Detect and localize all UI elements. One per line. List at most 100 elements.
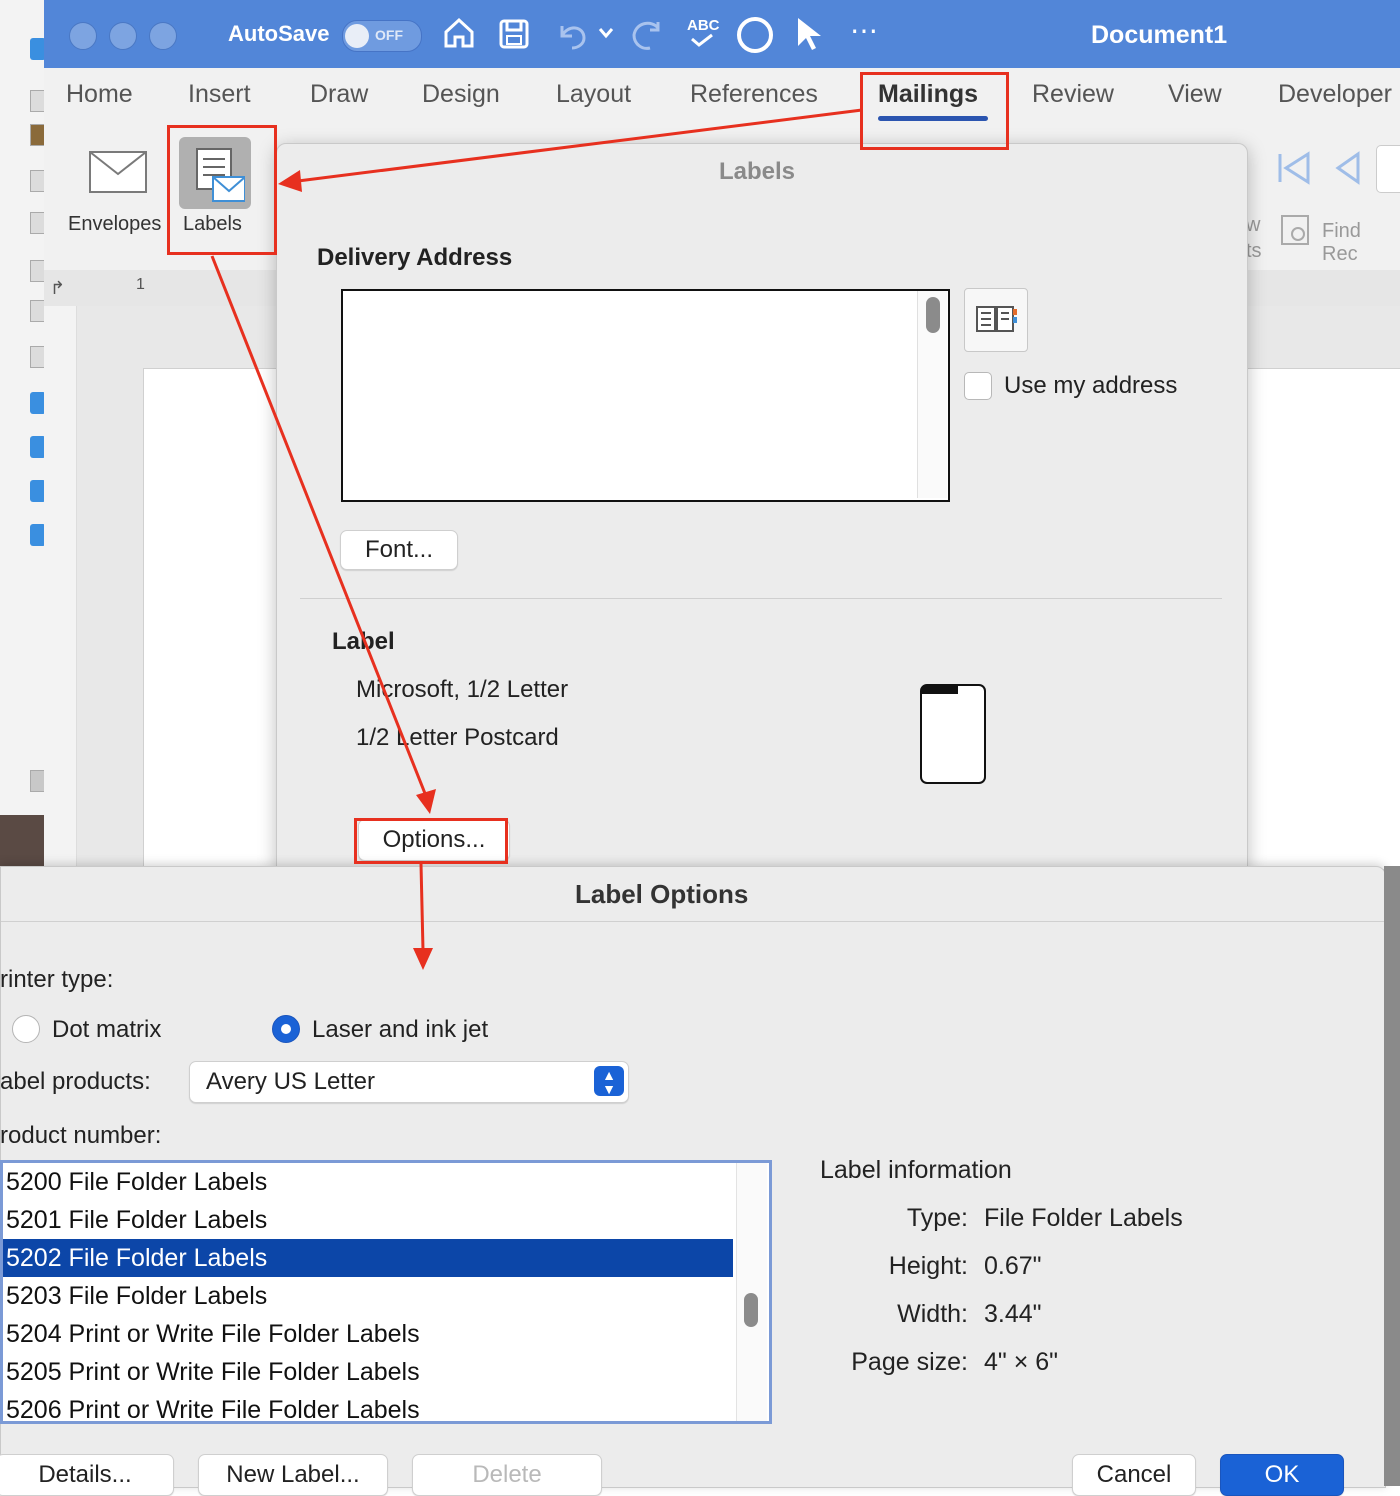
autosave-toggle[interactable]: OFF [342,20,422,52]
label-product: 1/2 Letter Postcard [356,724,559,751]
tab-developer[interactable]: Developer [1278,80,1392,109]
mailings-highlight-box [860,72,1009,150]
find-recipient-icon [1281,215,1309,245]
undo-icon[interactable] [554,18,588,50]
address-scrollbar[interactable] [917,291,947,498]
previous-record-icon[interactable] [1334,150,1362,186]
title-separator [1,921,1385,922]
address-book-button[interactable] [964,288,1028,352]
envelopes-button[interactable]: Envelopes [66,140,170,240]
document-page-right [1246,368,1400,870]
envelopes-label: Envelopes [68,213,162,235]
details-button[interactable]: Details... [0,1454,174,1496]
tab-review[interactable]: Review [1032,80,1114,109]
tab-references[interactable]: References [690,80,818,109]
save-icon[interactable] [498,18,530,50]
page-size-value: 4" × 6" [984,1348,1059,1376]
width-label: Width: [897,1300,968,1328]
tab-layout[interactable]: Layout [556,80,631,109]
list-item[interactable]: 5201 File Folder Labels [3,1201,733,1239]
labels-dialog: Labels Delivery Address [276,143,1248,872]
autosave-state: OFF [375,27,403,43]
radio-selected-dot [281,1024,291,1034]
dialog-divider [300,598,1222,599]
cancel-button[interactable]: Cancel [1072,1454,1196,1496]
laser-inkjet-label: Laser and ink jet [312,1016,489,1043]
page-size-label: Page size: [851,1348,968,1376]
tab-insert[interactable]: Insert [188,80,251,109]
ruler-mark: 1 [136,276,145,293]
label-options-title: Label Options [575,879,749,909]
delivery-address-heading: Delivery Address [317,244,513,271]
tab-design[interactable]: Design [422,80,500,109]
record-number-input[interactable] [1376,145,1400,193]
document-page[interactable] [143,368,285,870]
background-window-edge [1384,866,1400,1486]
spelling-check-icon[interactable]: ABC [684,15,720,51]
first-record-icon[interactable] [1276,150,1312,186]
list-item[interactable]: 5205 Print or Write File Folder Labels [3,1353,733,1391]
options-highlight-box [354,818,508,864]
document-title: Document1 [1091,21,1228,49]
tab-view[interactable]: View [1168,80,1222,109]
tab-stop-icon[interactable]: ↱ [50,278,65,299]
redo-icon[interactable] [630,18,664,52]
product-list-scrollbar[interactable] [736,1163,767,1421]
font-button[interactable]: Font... [340,530,458,570]
product-number-label: roduct number: [0,1122,162,1149]
list-item[interactable]: 5200 File Folder Labels [3,1163,733,1201]
use-my-address-label: Use my address [1004,372,1178,399]
delete-button[interactable]: Delete [412,1454,602,1496]
laser-inkjet-radio[interactable] [272,1015,300,1043]
zoom-window-button[interactable] [149,22,177,50]
close-window-button[interactable] [69,22,97,50]
dot-matrix-radio[interactable] [12,1015,40,1043]
label-preview-bar [922,686,958,694]
ribbon-partial-ts: ts [1246,240,1262,262]
delivery-address-textarea[interactable] [341,289,950,502]
dot-matrix-label: Dot matrix [52,1016,162,1043]
vertical-ruler [44,306,77,866]
use-my-address-checkbox[interactable] [964,372,992,400]
select-stepper-icon: ▲ ▼ [594,1066,624,1096]
label-products-select[interactable]: Avery US Letter ▲ ▼ [189,1061,629,1103]
type-value: File Folder Labels [984,1204,1183,1232]
labels-highlight-box [167,125,277,255]
type-label: Type: [906,1204,968,1232]
label-information-heading: Label information [820,1156,1012,1184]
list-item[interactable]: 5206 Print or Write File Folder Labels [3,1391,733,1421]
address-scroll-thumb[interactable] [926,297,940,333]
list-item-selected[interactable]: 5202 File Folder Labels [3,1239,733,1277]
autosave-label: AutoSave [228,21,330,46]
printer-type-label: rinter type: [0,966,114,993]
minimize-window-button[interactable] [109,22,137,50]
labels-dialog-title: Labels [719,158,796,185]
toggle-knob [345,24,369,48]
ribbon-partial-w: w [1246,214,1261,236]
width-value: 3.44" [984,1300,1042,1328]
tab-home[interactable]: Home [66,80,133,109]
find-recipient-button[interactable]: Find Rec [1322,220,1400,266]
ok-button[interactable]: OK [1220,1454,1344,1496]
new-label-button[interactable]: New Label... [198,1454,388,1496]
list-item[interactable]: 5203 File Folder Labels [3,1277,733,1315]
pointer-icon[interactable] [794,16,824,52]
label-heading: Label [332,628,395,655]
more-icon[interactable]: ⋯ [850,14,878,47]
envelope-icon [89,151,147,193]
circle-shape-icon[interactable] [736,16,774,54]
height-label: Height: [888,1252,968,1280]
title-bar: AutoSave OFF ABC ⋯ Document1 [44,0,1400,68]
label-products-label: abel products: [0,1068,151,1095]
tab-draw[interactable]: Draw [310,80,368,109]
home-icon[interactable] [442,16,476,50]
chevron-down-icon[interactable] [598,26,614,40]
photo-thumbnail [0,815,44,870]
label-vendor: Microsoft, 1/2 Letter [356,676,569,703]
height-value: 0.67" [984,1252,1042,1280]
label-products-value: Avery US Letter [206,1068,375,1095]
label-preview[interactable] [920,684,986,784]
list-item[interactable]: 5204 Print or Write File Folder Labels [3,1315,733,1353]
product-number-list[interactable]: 5200 File Folder Labels 5201 File Folder… [0,1160,772,1424]
product-list-scroll-thumb[interactable] [744,1293,758,1327]
